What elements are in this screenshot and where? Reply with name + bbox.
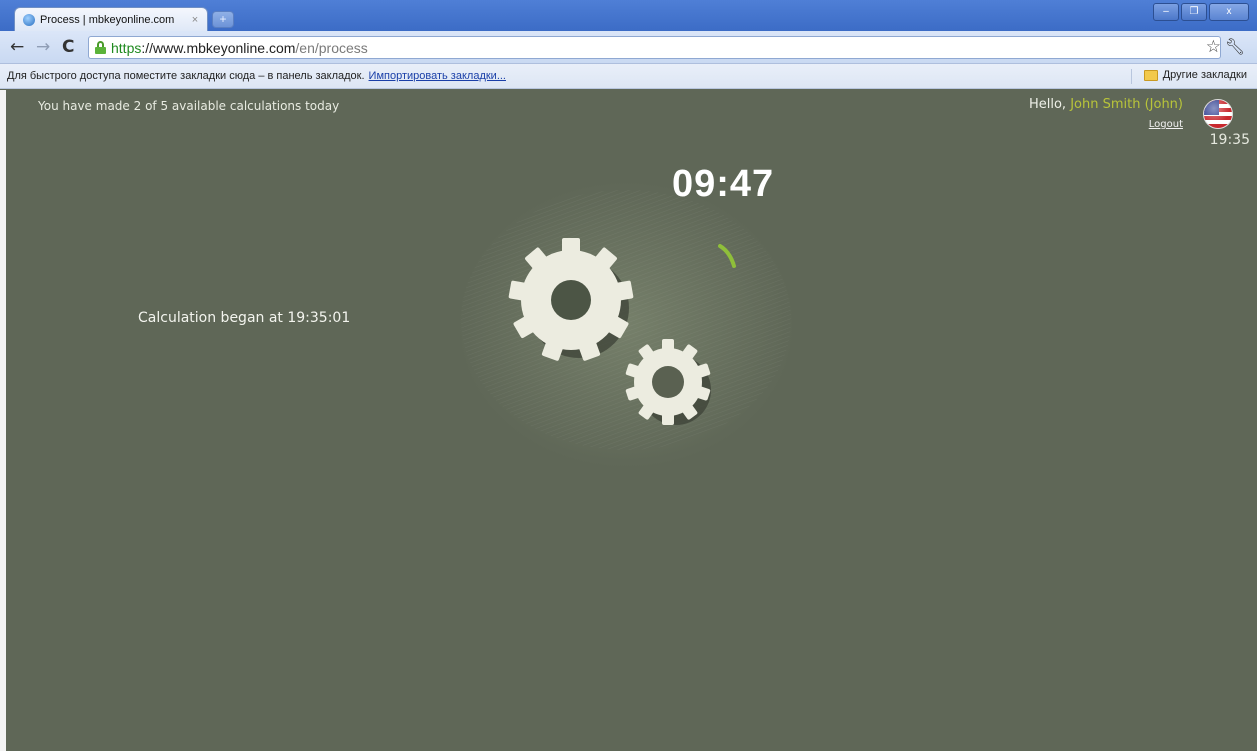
reload-icon[interactable]: C: [62, 37, 74, 57]
processing-gears: [446, 180, 806, 470]
minimize-button[interactable]: –: [1153, 3, 1179, 21]
browser-tab[interactable]: Process | mbkeyonline.com ×: [14, 7, 208, 31]
calculations-counter: You have made 2 of 5 available calculati…: [38, 99, 340, 113]
url-path: /en/process: [295, 39, 368, 56]
back-arrow-icon[interactable]: ←: [10, 37, 24, 57]
user-name: John Smith (John): [1070, 97, 1183, 112]
browser-toolbar: ← → C https://www.mbkeyonline.com/en/pro…: [0, 31, 1257, 64]
site-favicon-icon: [23, 13, 35, 26]
other-bookmarks-label: Другие закладки: [1162, 69, 1247, 81]
browser-tabstrip: Process | mbkeyonline.com × + – ❐ x: [0, 0, 1257, 31]
forward-arrow-icon[interactable]: →: [36, 37, 50, 57]
current-time: 19:35: [1209, 132, 1250, 148]
bookmarks-divider: [1131, 69, 1132, 84]
close-window-button[interactable]: x: [1209, 3, 1249, 21]
lock-icon: [95, 41, 106, 54]
wrench-icon[interactable]: 🔧︎: [1225, 37, 1245, 57]
tab-close-icon[interactable]: ×: [187, 14, 203, 26]
folder-icon: [1143, 69, 1158, 81]
window-controls: – ❐ x: [1153, 3, 1249, 21]
logout-link[interactable]: Logout: [1149, 119, 1183, 130]
bookmark-star-icon[interactable]: ☆: [1206, 37, 1221, 57]
bookmarks-hint-text: Для быстрого доступа поместите закладки …: [7, 70, 365, 82]
new-tab-button[interactable]: +: [212, 11, 234, 28]
import-bookmarks-link[interactable]: Импортировать закладки...: [369, 70, 506, 82]
us-flag-icon[interactable]: [1203, 99, 1233, 129]
calculation-start-text: Calculation began at 19:35:01: [138, 310, 351, 326]
other-bookmarks-button[interactable]: Другие закладки: [1143, 69, 1247, 81]
greeting: Hello, John Smith (John): [1029, 97, 1183, 112]
countdown-timer: 09:47: [672, 163, 775, 205]
gears-svg: [461, 190, 791, 450]
url-scheme: https: [111, 39, 142, 56]
tab-title: Process | mbkeyonline.com: [40, 13, 175, 26]
url-host: ://www.mbkeyonline.com: [141, 39, 296, 56]
address-bar[interactable]: https://www.mbkeyonline.com/en/process: [88, 36, 1221, 59]
greeting-prefix: Hello,: [1028, 97, 1071, 112]
bookmarks-bar: Для быстрого доступа поместите закладки …: [0, 64, 1257, 89]
restore-button[interactable]: ❐: [1181, 3, 1207, 21]
page-content: You have made 2 of 5 available calculati…: [6, 90, 1257, 751]
bookmarks-hint: Для быстрого доступа поместите закладки …: [7, 70, 506, 82]
